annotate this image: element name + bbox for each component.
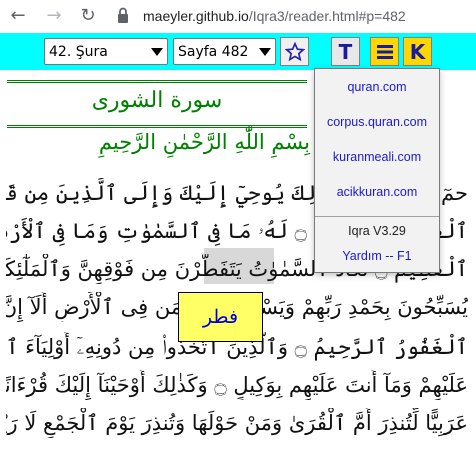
reload-icon[interactable]: ↻: [78, 6, 98, 26]
text-mode-button[interactable]: T: [331, 37, 360, 66]
links-dropdown-menu: quran.com corpus.quran.com kuranmeali.co…: [314, 68, 440, 273]
lock-icon: [118, 7, 128, 23]
k-mode-button[interactable]: K: [403, 37, 432, 66]
browser-address-bar: ← → ↻ maeyler.github.io/Iqra3/reader.htm…: [0, 0, 476, 33]
root-word-popup[interactable]: فطر: [178, 292, 263, 342]
menu-item-quran-com[interactable]: quran.com: [315, 80, 439, 94]
chevron-down-icon: [259, 47, 271, 56]
menu-item-acikkuran[interactable]: acikkuran.com: [315, 185, 439, 199]
basmala: بِسْمِ اللّٰهِ الرَّحْمٰنِ الرَّحِيمِ: [98, 130, 310, 154]
menu-item-corpus-quran[interactable]: corpus.quran.com: [315, 115, 439, 129]
hamburger-menu-icon: [376, 44, 393, 59]
back-arrow-icon[interactable]: ←: [8, 6, 28, 26]
app-toolbar: 42. Şura Sayfa 482 T K: [0, 33, 476, 70]
menu-divider: [315, 216, 439, 217]
menu-version-label: Iqra V3.29: [348, 224, 406, 238]
url-host: maeyler.github.io: [143, 8, 249, 24]
verse-line[interactable]: عَلَيْهِمْ وَمَآ أَنتَ عَلَيْهِم بِوَكِي…: [6, 370, 468, 400]
sura-title: سورة الشورى: [91, 88, 223, 113]
menu-item-help[interactable]: Yardım -- F1: [315, 249, 439, 263]
menu-button[interactable]: [370, 37, 399, 66]
url-field[interactable]: maeyler.github.io/Iqra3/reader.html#p=48…: [143, 6, 406, 26]
menu-item-kuranmeali[interactable]: kuranmeali.com: [315, 150, 439, 164]
sura-select[interactable]: 42. Şura: [44, 38, 168, 65]
bookmark-star-button[interactable]: [280, 37, 309, 66]
page-select[interactable]: Sayfa 482: [173, 38, 276, 65]
url-path: /Iqra3/reader.html#p=482: [248, 8, 406, 24]
star-icon: [284, 41, 305, 61]
sura-select-value: 42. Şura: [49, 43, 108, 60]
page-select-value: Sayfa 482: [178, 43, 249, 60]
forward-arrow-icon[interactable]: →: [44, 6, 64, 26]
verse-line[interactable]: عَرَبِيًّا لِّتُنذِرَ أُمَّ ٱلْقُرَىٰ وَ…: [6, 408, 468, 438]
chevron-down-icon: [151, 47, 163, 56]
